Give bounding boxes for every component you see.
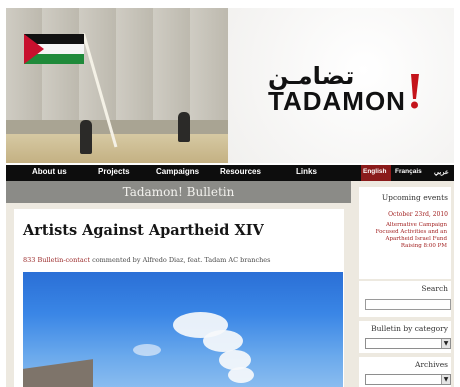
nav-resources[interactable]: Resources (220, 167, 261, 176)
archives-box: Archives ▼ (359, 357, 451, 387)
chevron-down-icon: ▼ (441, 375, 450, 384)
event-date[interactable]: October 23rd, 2010 (388, 211, 448, 218)
logo-area[interactable]: تضامـن TADAMON (228, 8, 454, 163)
article-meta-text: commented by Alfredo Diaz, feat. Tadam A… (92, 256, 271, 264)
sidebar: Upcoming events October 23rd, 2010 Alter… (351, 181, 454, 387)
archives-heading: Archives (415, 360, 448, 369)
person-figure (178, 112, 190, 142)
nav-campaigns[interactable]: Campaigns (156, 167, 199, 176)
search-input[interactable] (365, 299, 451, 310)
bulletin-header-bar: Tadamon! Bulletin (6, 181, 351, 203)
palestinian-flag-icon (24, 34, 84, 64)
nav-about-us[interactable]: About us (32, 167, 67, 176)
lang-english[interactable]: English (363, 168, 386, 175)
upcoming-events-box: Upcoming events October 23rd, 2010 Alter… (359, 187, 451, 279)
logo-text: TADAMON (268, 86, 406, 116)
search-box: Search (359, 281, 451, 317)
event-description[interactable]: Alternative Campaign Focused Activities … (363, 222, 447, 250)
person-figure (80, 120, 92, 154)
header-photo (6, 8, 228, 163)
bulletin-category-heading: Bulletin by category (371, 324, 448, 333)
bulletin-title: Tadamon! Bulletin (122, 185, 235, 199)
upcoming-events-heading: Upcoming events (381, 193, 448, 202)
article-card: Artists Against Apartheid XIV 833 Bullet… (14, 209, 344, 387)
archives-select[interactable]: ▼ (365, 374, 451, 385)
article-image (23, 272, 343, 387)
search-heading: Search (421, 284, 448, 293)
page-frame: تضامـن TADAMON About us Projects Campaig… (6, 8, 454, 387)
bulletin-category-select[interactable]: ▼ (365, 338, 451, 349)
exclamation-icon (411, 74, 419, 109)
chevron-down-icon: ▼ (441, 339, 450, 348)
article-title[interactable]: Artists Against Apartheid XIV (23, 222, 264, 239)
nav-projects[interactable]: Projects (98, 167, 130, 176)
article-meta: 833 Bulletin-contact commented by Alfred… (23, 256, 271, 264)
lang-french[interactable]: Français (395, 168, 422, 175)
main-column: Artists Against Apartheid XIV 833 Bullet… (6, 203, 351, 387)
bulletin-category-box: Bulletin by category ▼ (359, 321, 451, 353)
lang-arabic[interactable]: عربي (434, 168, 449, 176)
nav-links[interactable]: Links (296, 167, 317, 176)
article-author-link[interactable]: 833 Bulletin-contact (23, 256, 90, 264)
